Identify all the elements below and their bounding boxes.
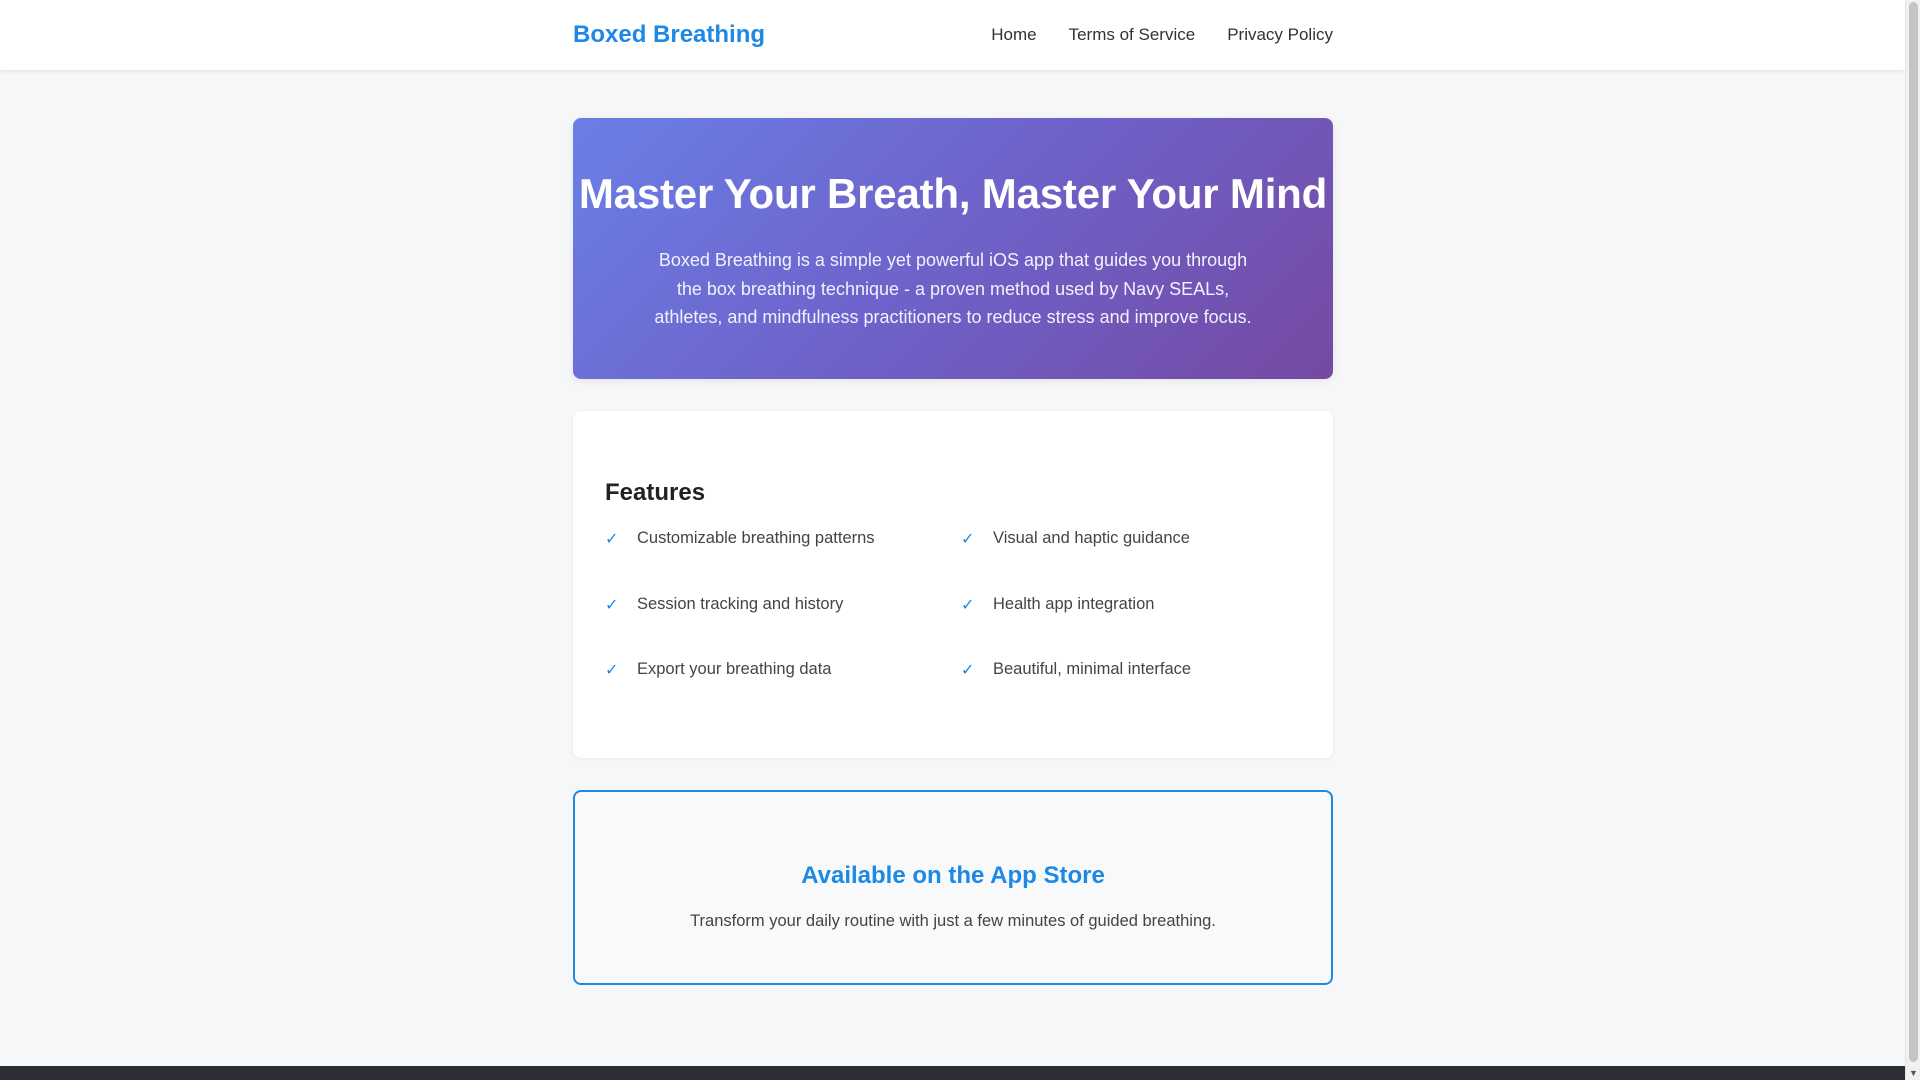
feature-label: Beautiful, minimal interface [993,660,1192,678]
nav-privacy-link[interactable]: Privacy Policy [1227,25,1333,45]
feature-label: Session tracking and history [637,594,844,613]
feature-label: Export your breathing data [637,660,832,678]
nav-terms-link[interactable]: Terms of Service [1069,25,1196,45]
check-icon: ✓ [961,662,975,679]
brand-link[interactable]: Boxed Breathing [573,21,765,49]
main-nav: Home Terms of Service Privacy Policy [991,25,1333,45]
app-store-section: Available on the App Store Transform you… [573,790,1333,985]
feature-item: ✓ Visual and haptic guidance [961,529,1305,595]
scroll-down-arrow-icon[interactable]: ▼ [1906,1066,1920,1080]
app-store-title: Available on the App Store [801,862,1105,889]
feature-label: Visual and haptic guidance [993,529,1190,547]
features-heading: Features [605,479,706,506]
feature-label: Customizable breathing patterns [637,529,875,547]
page: Boxed Breathing Home Terms of Service Pr… [0,0,1905,1080]
check-icon: ✓ [605,662,619,679]
nav-home-link[interactable]: Home [991,25,1036,45]
hero-description: Boxed Breathing is a simple yet powerful… [654,250,1252,327]
feature-item: ✓ Beautiful, minimal interface [961,660,1305,726]
site-footer [0,1066,1905,1080]
check-icon: ✓ [605,596,619,614]
check-icon: ✓ [605,531,619,548]
feature-item: ✓ Session tracking and history [605,595,961,661]
site-header: Boxed Breathing Home Terms of Service Pr… [0,0,1905,70]
hero-section: Master Your Breath, Master Your Mind Box… [573,118,1333,379]
vertical-scrollbar[interactable]: ▼ [1905,0,1920,1080]
app-store-subtitle: Transform your daily routine with just a… [690,912,1216,930]
feature-item: ✓ Customizable breathing patterns [605,529,961,595]
feature-label: Health app integration [993,594,1155,613]
check-icon: ✓ [961,531,975,548]
feature-item: ✓ Export your breathing data [605,660,961,726]
feature-item: ✓ Health app integration [961,595,1305,661]
features-list: ✓ Customizable breathing patterns ✓ Visu… [605,529,1305,726]
hero-title: Master Your Breath, Master Your Mind [578,170,1328,217]
scrollbar-thumb[interactable] [1909,2,1918,1062]
header-inner: Boxed Breathing Home Terms of Service Pr… [573,0,1333,70]
features-section: Features ✓ Customizable breathing patter… [573,411,1333,758]
check-icon: ✓ [961,596,975,614]
